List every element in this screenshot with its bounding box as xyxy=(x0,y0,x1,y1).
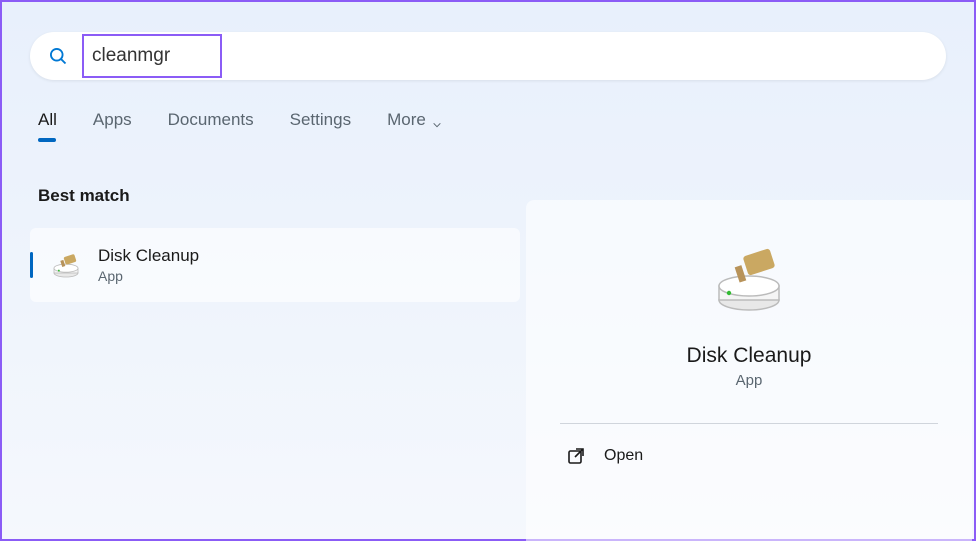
tab-all[interactable]: All xyxy=(38,110,57,142)
detail-panel: Disk Cleanup App Open xyxy=(526,200,972,541)
result-subtitle: App xyxy=(98,268,199,284)
section-best-match: Best match xyxy=(38,186,520,206)
tab-settings[interactable]: Settings xyxy=(290,110,351,142)
result-title: Disk Cleanup xyxy=(98,246,199,266)
detail-title: Disk Cleanup xyxy=(526,344,972,368)
results-column: Best match Disk Cleanup App xyxy=(30,186,520,302)
disk-cleanup-large-icon xyxy=(709,240,789,320)
result-disk-cleanup[interactable]: Disk Cleanup App xyxy=(30,228,520,302)
tab-documents[interactable]: Documents xyxy=(168,110,254,142)
search-icon xyxy=(48,46,68,66)
open-action[interactable]: Open xyxy=(526,424,972,488)
chevron-down-icon xyxy=(432,115,442,125)
disk-cleanup-icon xyxy=(50,249,82,281)
tab-more[interactable]: More xyxy=(387,110,442,142)
filter-tabs: All Apps Documents Settings More xyxy=(38,110,974,142)
search-bar xyxy=(30,32,946,80)
tab-more-label: More xyxy=(387,110,426,130)
open-external-icon xyxy=(566,446,586,466)
detail-subtitle: App xyxy=(526,372,972,389)
search-highlight-box xyxy=(82,34,222,78)
search-input[interactable] xyxy=(92,45,212,67)
tab-apps[interactable]: Apps xyxy=(93,110,132,142)
open-label: Open xyxy=(604,447,643,465)
